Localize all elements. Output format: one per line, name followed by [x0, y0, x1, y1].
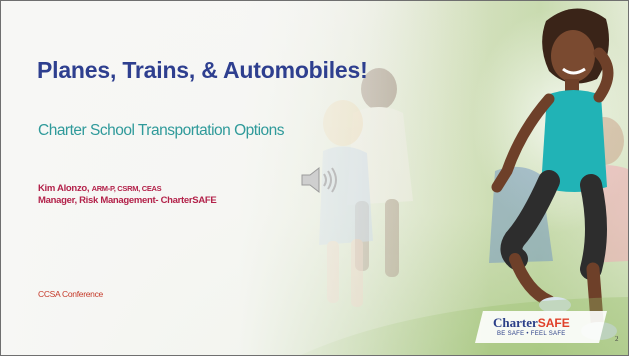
conference-name: CCSA Conference: [38, 289, 103, 299]
slide: Planes, Trains, & Automobiles! Charter S…: [0, 0, 629, 356]
presenter-credentials: ARM-P, CSRM, CEAS: [91, 184, 162, 193]
presenter-name-line: Kim Alonzo, ARM-P, CSRM, CEAS: [38, 183, 216, 195]
speaker-volume-icon[interactable]: [299, 165, 339, 195]
logo-brand-accent: SAFE: [537, 316, 570, 330]
logo-tagline: BE SAFE • FEEL SAFE: [497, 331, 566, 337]
slide-number: 2: [615, 335, 619, 343]
chartersafe-logo: CharterSAFE BE SAFE • FEEL SAFE: [475, 311, 607, 343]
presenter-info: Kim Alonzo, ARM-P, CSRM, CEAS Manager, R…: [38, 183, 217, 207]
logo-wordmark: CharterSAFE: [493, 315, 570, 331]
presenter-name: Kim Alonzo,: [38, 183, 92, 194]
slide-title: Planes, Trains, & Automobiles!: [37, 57, 368, 83]
presenter-role: Manager, Risk Management- CharterSAFE: [38, 195, 217, 206]
logo-brand-main: Charter: [493, 315, 538, 330]
slide-subtitle: Charter School Transportation Options: [38, 122, 285, 139]
